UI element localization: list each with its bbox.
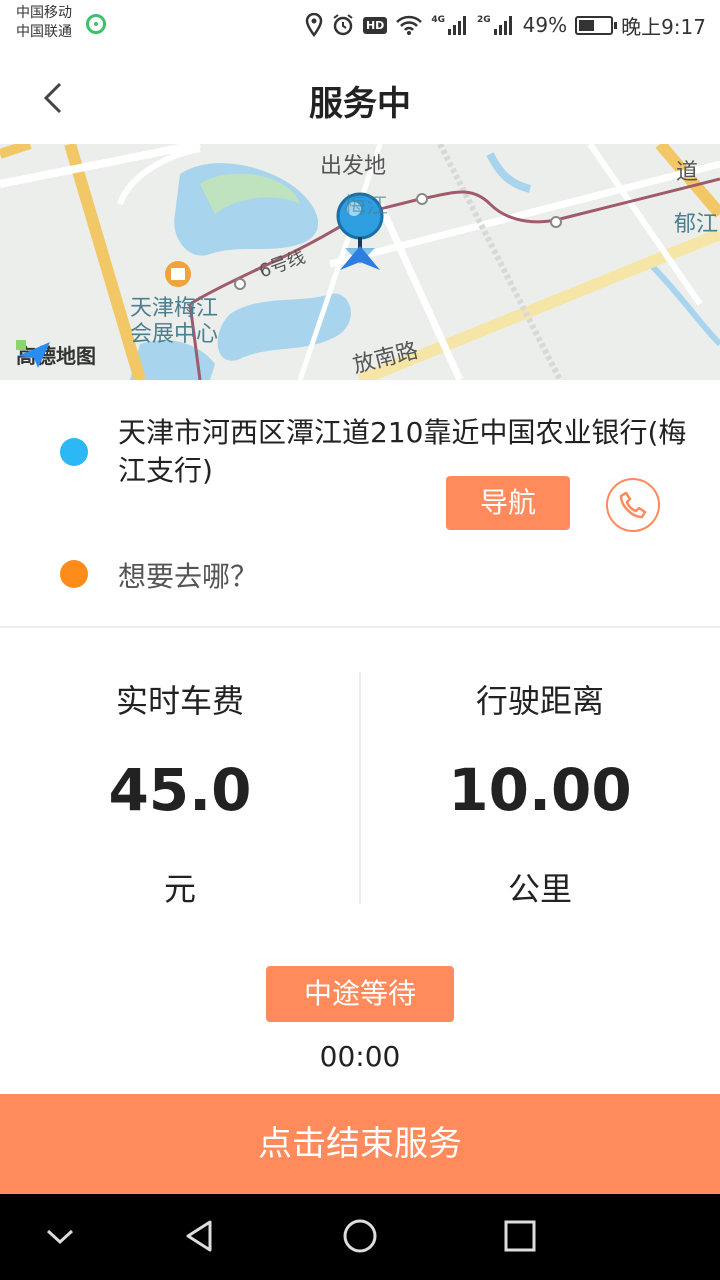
call-button[interactable] (606, 478, 660, 532)
distance-value: 10.00 (448, 756, 632, 824)
waiting-button[interactable]: 中途等待 (266, 966, 454, 1022)
map-label-meijiang: 梅江 (344, 194, 389, 219)
status-bar: 中国移动 中国联通 HD 4G 2G 49% 晚上9:17 (0, 0, 720, 50)
status-icons: HD 4G 2G 49% 晚上9:17 (305, 10, 706, 40)
waiting-timer: 00:00 (319, 1040, 401, 1073)
map-view[interactable]: 出发地 梅江 郁江 道 6号线 天津梅江 会展中心 放南路 高德地图 (0, 144, 720, 380)
destination-input[interactable]: 想要去哪？ (118, 555, 258, 595)
carrier-1: 中国移动 (16, 5, 72, 21)
clock: 晚上9:17 (621, 14, 706, 39)
trip-address-panel: 天津市河西区潭江道210靠近中国农业银行(梅江支行) 导航 想要去哪？ (0, 380, 720, 626)
alarm-icon (333, 14, 353, 36)
battery-icon (575, 15, 618, 35)
network-type-1: 4G (431, 15, 445, 25)
recent-apps-icon[interactable] (500, 1216, 540, 1256)
map-start-label: 出发地 (320, 154, 387, 179)
chevron-down-icon[interactable] (40, 1216, 80, 1256)
signal-icon-2 (493, 16, 512, 35)
distance-title: 行驶距离 (475, 682, 604, 720)
fare-value: 45.0 (108, 756, 252, 824)
map-label-road-fragment: 道 (676, 160, 699, 185)
start-point-dot (60, 438, 88, 466)
header: 服务中 (0, 50, 720, 144)
navigate-button[interactable]: 导航 (446, 476, 570, 530)
network-type-2: 2G (476, 15, 491, 25)
phone-icon (619, 491, 647, 519)
amap-logo-icon (16, 340, 50, 368)
location-icon (305, 13, 323, 37)
fare-unit: 元 (163, 870, 196, 908)
page-title: 服务中 (309, 84, 411, 124)
android-navigation-bar (0, 1194, 720, 1280)
distance-stat: 行驶距离 10.00 公里 (360, 628, 720, 928)
carrier-info: 中国移动 中国联通 (16, 4, 72, 42)
steering-wheel-icon (86, 14, 106, 34)
map-label-venue-2: 会展中心 (130, 322, 219, 347)
amap-logo: 高德地图 (16, 340, 96, 369)
home-icon[interactable] (340, 1216, 380, 1256)
fare-stat: 实时车费 45.0 元 (0, 628, 360, 928)
start-address: 天津市河西区潭江道210靠近中国农业银行(梅江支行) (118, 416, 687, 487)
hd-badge: HD (362, 16, 388, 34)
distance-unit: 公里 (507, 870, 572, 908)
trip-stats: 实时车费 45.0 元 行驶距离 10.00 公里 (0, 628, 720, 928)
map-label-yujiang: 郁江 (674, 212, 719, 237)
battery-percent: 49% (522, 13, 568, 37)
end-service-button[interactable]: 点击结束服务 (0, 1094, 720, 1194)
signal-icon-1 (447, 16, 466, 35)
wifi-icon (396, 15, 423, 35)
back-nav-icon[interactable] (180, 1216, 220, 1256)
carrier-2: 中国联通 (16, 24, 72, 40)
fare-title: 实时车费 (115, 682, 244, 720)
destination-dot (60, 560, 88, 588)
